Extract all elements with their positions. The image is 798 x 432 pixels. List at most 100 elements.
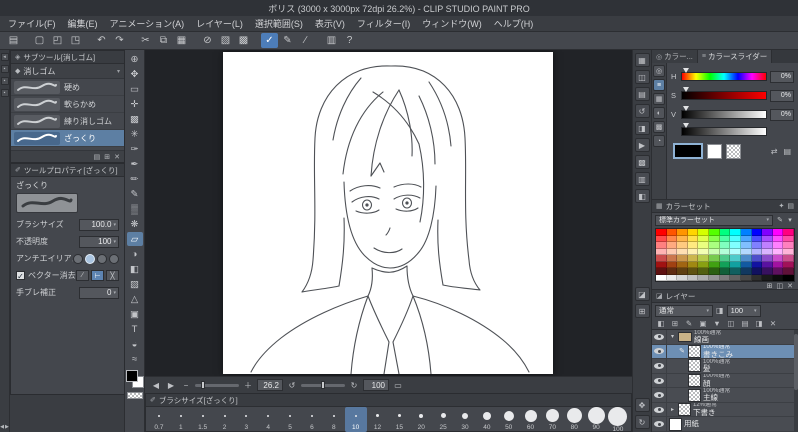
figure-tool-icon[interactable]: △ bbox=[127, 292, 143, 306]
menu-layer[interactable]: レイヤー(L) bbox=[190, 16, 249, 32]
layer-scrollbar[interactable] bbox=[794, 330, 798, 432]
tab-color-slider[interactable]: ≡ カラースライダー bbox=[697, 50, 773, 63]
brush-size-80[interactable]: 80 bbox=[563, 407, 585, 432]
erase-touched-icon[interactable]: ∕ bbox=[76, 270, 89, 281]
canvas[interactable] bbox=[223, 52, 553, 374]
layer-visibility-icon[interactable] bbox=[654, 421, 664, 428]
colorset-list-icon[interactable]: ▾ bbox=[785, 216, 795, 224]
selection-tool-icon[interactable]: ▩ bbox=[127, 112, 143, 126]
brush-tool-icon[interactable]: ✎ bbox=[127, 187, 143, 201]
layer-visibility-icon[interactable] bbox=[654, 348, 664, 355]
palette-gray-swatch[interactable] bbox=[677, 274, 688, 281]
workspace-slot-icon-3[interactable]: ▪ bbox=[0, 89, 9, 97]
layer-mask-icon[interactable]: ◫ bbox=[725, 319, 737, 328]
workspace-slot-icon-1[interactable]: ▪ bbox=[0, 65, 9, 73]
airbrush-tool-icon[interactable]: ▒ bbox=[127, 202, 143, 216]
brush-size-1-5[interactable]: 1.5 bbox=[192, 407, 214, 432]
rotate-right-icon[interactable]: ↻ bbox=[348, 381, 360, 390]
subtool-group-eraser[interactable]: ◆ 消しゴム ▾ bbox=[11, 64, 124, 79]
layer-visibility-icon[interactable] bbox=[654, 377, 664, 384]
fill-tool-icon[interactable]: ◧ bbox=[127, 262, 143, 276]
layer-row-5[interactable]: ▸ 12%通常 下書き bbox=[652, 402, 794, 418]
snap-ruler-icon[interactable]: ✓ bbox=[261, 33, 278, 48]
antialias-middle-button[interactable] bbox=[97, 253, 107, 264]
frame-tool-icon[interactable]: ▣ bbox=[127, 307, 143, 321]
pencil-tool-icon[interactable]: ✏ bbox=[127, 172, 143, 186]
grid-view-icon[interactable]: ▥ bbox=[323, 33, 340, 48]
zoom-slider[interactable] bbox=[195, 380, 239, 389]
palette-gray-swatch[interactable] bbox=[719, 274, 731, 281]
colorset-wrench-icon[interactable]: ✦ bbox=[779, 202, 785, 210]
collapse-left-dock-icon[interactable]: ◂ bbox=[0, 53, 9, 61]
brush-size-2[interactable]: 2 bbox=[214, 407, 236, 432]
overflow-panel-icon[interactable]: ▥ bbox=[634, 172, 650, 186]
rotation-value[interactable]: 100 bbox=[363, 379, 389, 391]
subtool-item-0[interactable]: 硬め bbox=[11, 79, 124, 96]
layer-visibility-icon[interactable] bbox=[654, 392, 664, 399]
color-slider-s[interactable] bbox=[681, 87, 767, 100]
subview-panel-icon[interactable]: ◫ bbox=[634, 70, 650, 84]
auto-select-tool-icon[interactable]: ✳ bbox=[127, 127, 143, 141]
merge-down-icon[interactable]: ▼ bbox=[711, 319, 723, 328]
subtool-item-2[interactable]: 練り消しゴム bbox=[11, 113, 124, 130]
layer-opacity-input[interactable]: 100 ▾ bbox=[726, 304, 761, 317]
gradient-tool-icon[interactable]: ▨ bbox=[127, 277, 143, 291]
brush-size-6[interactable]: 6 bbox=[301, 407, 323, 432]
brush-size-90[interactable]: 90 bbox=[585, 407, 607, 432]
blend-mode-select[interactable]: 通常 ▾ bbox=[655, 304, 713, 317]
open-file-icon[interactable]: ◰ bbox=[49, 33, 66, 48]
stabilize-input[interactable]: 0 ▾ bbox=[79, 286, 119, 299]
rotate-left-icon[interactable]: ↺ bbox=[286, 381, 298, 390]
palette-gray-swatch[interactable] bbox=[772, 274, 784, 281]
layer-row-2[interactable]: 100%通常髪 bbox=[652, 359, 794, 374]
opacity-input[interactable]: 100 ▾ bbox=[79, 235, 119, 248]
operation-tool-icon[interactable]: ▭ bbox=[127, 82, 143, 96]
new-folder-icon[interactable]: ▣ bbox=[697, 319, 709, 328]
palette-gray-swatch[interactable] bbox=[709, 274, 720, 281]
subtool-item-1[interactable]: 軟らかめ bbox=[11, 96, 124, 113]
layer-row-1[interactable]: ✎ 100%通常 書きこみ bbox=[652, 344, 794, 360]
tone-scale-panel-icon[interactable]: ▩ bbox=[634, 155, 650, 169]
tab-color-wheel[interactable]: ◎ カラー... bbox=[652, 50, 698, 63]
layer-visibility-icon[interactable] bbox=[654, 362, 664, 369]
color-panel-menu-icon[interactable]: ▤ bbox=[782, 147, 792, 156]
antialias-weak-button[interactable] bbox=[85, 253, 95, 264]
menu-animation[interactable]: アニメーション(A) bbox=[104, 16, 191, 32]
vector-snap-icon[interactable]: ∕ bbox=[297, 33, 314, 48]
decoration-tool-icon[interactable]: ❋ bbox=[127, 217, 143, 231]
subtool-detail-icon[interactable]: ▤ bbox=[94, 153, 101, 161]
copy-icon[interactable]: ⧉ bbox=[155, 33, 172, 48]
flip-prev-icon[interactable]: ◀ bbox=[150, 381, 162, 390]
text-tool-icon[interactable]: T bbox=[127, 322, 143, 336]
opacity-spinner-icon[interactable]: ▾ bbox=[113, 239, 116, 245]
rotate-view-icon[interactable]: ↻ bbox=[634, 415, 650, 429]
menu-window[interactable]: ウィンドウ(W) bbox=[416, 16, 488, 32]
rotate-slider[interactable] bbox=[301, 380, 345, 389]
edit-colorset-icon[interactable]: ✎ bbox=[775, 216, 785, 224]
layer-move-tool-icon[interactable]: ✛ bbox=[127, 97, 143, 111]
transparent-color-button[interactable] bbox=[726, 143, 741, 159]
palette-gray-swatch[interactable] bbox=[698, 274, 710, 281]
transparent-color-swatch[interactable] bbox=[126, 392, 143, 399]
palette-gray-swatch[interactable] bbox=[687, 274, 699, 281]
two-pane-icon[interactable]: ◨ bbox=[753, 319, 765, 328]
brush-size-10[interactable]: 10 bbox=[344, 407, 367, 432]
brush-size-50[interactable]: 50 bbox=[498, 407, 520, 432]
palette-gray-swatch[interactable] bbox=[740, 274, 752, 281]
add-subtool-icon[interactable]: ⊞ bbox=[104, 153, 110, 161]
layer-search-panel-icon[interactable]: ⊞ bbox=[634, 304, 650, 318]
brush-size-spinner-icon[interactable]: ▾ bbox=[113, 222, 116, 228]
palette-gray-swatch[interactable] bbox=[730, 274, 741, 281]
brush-size-25[interactable]: 25 bbox=[432, 407, 454, 432]
brush-size-40[interactable]: 40 bbox=[476, 407, 498, 432]
grab-view-icon[interactable]: ✥ bbox=[634, 398, 650, 412]
brush-size-8[interactable]: 8 bbox=[323, 407, 345, 432]
replace-color-icon[interactable]: ◫ bbox=[777, 282, 784, 290]
stabilize-spinner-icon[interactable]: ▾ bbox=[113, 290, 116, 296]
layer-scrollbar-thumb[interactable] bbox=[794, 334, 798, 391]
menu-view[interactable]: 表示(V) bbox=[309, 16, 351, 32]
zoom-out-icon[interactable]: − bbox=[180, 381, 192, 390]
zoom-in-icon[interactable]: ＋ bbox=[242, 380, 254, 391]
layer-row-6[interactable]: 用紙 bbox=[652, 417, 794, 432]
brush-size-12[interactable]: 12 bbox=[367, 407, 389, 432]
